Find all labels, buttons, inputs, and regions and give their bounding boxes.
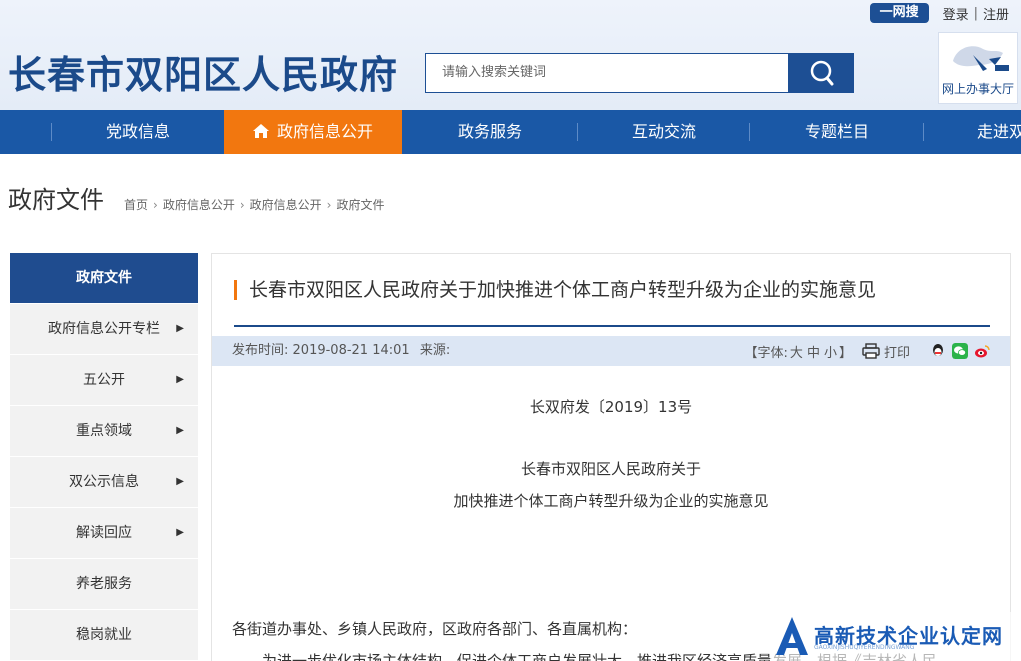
publish-info: 发布时间: 2019-08-21 14:01 来源: [232, 336, 450, 366]
online-hall-label: 网上办事大厅 [941, 82, 1014, 96]
online-hall-logo-icon [953, 46, 1009, 71]
document-heading-line2: 加快推进个体工商户转型升级为企业的实施意见 [453, 492, 769, 510]
arrow-right-icon: ▶ [176, 476, 184, 487]
site-header: 一网搜 登录 | 注册 长春市双阳区人民政府 请输入搜索关键词 网上办事大厅 [0, 0, 1021, 110]
sidebar-item-label: 五公开 [83, 372, 125, 388]
nav-item-interaction[interactable]: 互动交流 [578, 110, 750, 154]
sidebar-item-stable-employment[interactable]: 稳岗就业 [10, 610, 198, 661]
weibo-share-icon[interactable] [974, 343, 990, 359]
nav-item-gov-services[interactable]: 政务服务 [402, 110, 578, 154]
top-bar: 一网搜 登录 | 注册 [869, 2, 1009, 24]
search-button[interactable] [788, 53, 854, 93]
breadcrumb-separator: › [326, 197, 332, 212]
page-title: 政府文件 [8, 186, 104, 214]
arrow-right-icon: ▶ [176, 374, 184, 385]
publish-label: 发布时间: [232, 343, 289, 358]
nav-item-party-info[interactable]: 党政信息 [52, 110, 224, 154]
nav-item-about-shuangyang[interactable]: 走进双阳 [924, 110, 1021, 154]
sidebar-item-key-areas[interactable]: 重点领域 ▶ [10, 406, 198, 457]
article-tools: 【字体: 大 中 小 】 打印 [745, 336, 990, 366]
nav-label: 互动交流 [631, 122, 696, 141]
sidebar-item-five-disclosures[interactable]: 五公开 ▶ [10, 355, 198, 406]
site-title[interactable]: 长春市双阳区人民政府 [8, 44, 398, 99]
search-scope-badge[interactable]: 一网搜 [869, 3, 929, 23]
sidebar-item-gov-documents[interactable]: 政府文件 [10, 253, 198, 304]
sidebar-item-label: 双公示信息 [69, 474, 139, 490]
watermark-subtext: GAOXINJISHUQIYERENDINGWANG [814, 644, 915, 651]
login-link[interactable]: 登录 [943, 4, 969, 23]
nav-label: 走进双阳 [977, 122, 1021, 141]
main-nav: 党政信息 政府信息公开 政务服务 互动交流 专题栏目 走进双阳 [0, 110, 1021, 154]
qq-share-icon[interactable] [930, 343, 946, 359]
print-label: 打印 [883, 345, 910, 361]
nav-label: 政务服务 [457, 122, 522, 141]
breadcrumb-separator: › [239, 197, 245, 212]
sidebar-item-elderly-care[interactable]: 养老服务 [10, 559, 198, 610]
wechat-share-icon[interactable] [952, 343, 968, 359]
font-size-small[interactable]: 小 [824, 342, 837, 361]
document-number: 长双府发〔2019〕13号 [529, 398, 693, 416]
breadcrumb: 首页 › 政府信息公开 › 政府信息公开 › 政府文件 [124, 196, 385, 213]
font-size-large[interactable]: 大 [790, 342, 803, 361]
nav-label: 专题栏目 [804, 122, 869, 141]
print-button[interactable]: 打印 [862, 342, 910, 361]
article-title: 长春市双阳区人民政府关于加快推进个体工商户转型升级为企业的实施意见 [234, 280, 876, 300]
printer-icon [862, 343, 880, 359]
document-heading-line1: 长春市双阳区人民政府关于 [520, 460, 701, 478]
sidebar-item-label: 稳岗就业 [76, 627, 132, 643]
sidebar-item-dual-publicity[interactable]: 双公示信息 ▶ [10, 457, 198, 508]
sidebar-item-label: 养老服务 [76, 576, 132, 592]
sidebar-item-label: 解读回应 [76, 525, 132, 541]
font-size-open: 【字体: [744, 345, 788, 361]
home-icon [252, 124, 269, 138]
register-link[interactable]: 注册 [983, 4, 1009, 23]
search-icon [810, 60, 834, 86]
sidebar-item-interpretation[interactable]: 解读回应 ▶ [10, 508, 198, 559]
arrow-right-icon: ▶ [176, 527, 184, 538]
sidebar: 政府文件 政府信息公开专栏 ▶ 五公开 ▶ 重点领域 ▶ 双公示信息 ▶ 解读回… [10, 253, 198, 661]
nav-label: 政府信息公开 [276, 122, 373, 141]
document-salutation: 各街道办事处、乡镇人民政府，区政府各部门、各直属机构： [232, 620, 638, 638]
nav-spacer [0, 110, 52, 154]
breadcrumb-item[interactable]: 政府信息公开 [250, 196, 322, 213]
sidebar-item-label: 重点领域 [76, 423, 132, 439]
nav-item-special-topics[interactable]: 专题栏目 [750, 110, 924, 154]
search-input[interactable]: 请输入搜索关键词 [425, 53, 789, 93]
watermark-logo-icon [776, 617, 808, 655]
publish-time: 2019-08-21 14:01 [292, 343, 410, 358]
font-size-medium[interactable]: 中 [807, 342, 820, 361]
title-divider [234, 325, 990, 327]
breadcrumb-current[interactable]: 政府文件 [336, 196, 384, 213]
breadcrumb-separator: › [153, 197, 158, 212]
breadcrumb-home[interactable]: 首页 [124, 196, 148, 213]
source-label: 来源: [419, 343, 451, 358]
breadcrumb-item[interactable]: 政府信息公开 [163, 196, 235, 213]
top-separator: | [973, 5, 978, 21]
article-panel: 长春市双阳区人民政府关于加快推进个体工商户转型升级为企业的实施意见 发布时间: … [211, 253, 1011, 661]
nav-label: 党政信息 [105, 122, 170, 141]
nav-item-gov-info-disclosure[interactable]: 政府信息公开 [224, 110, 402, 154]
sidebar-item-label: 政府文件 [76, 270, 132, 286]
article-meta-bar: 发布时间: 2019-08-21 14:01 来源: 【字体: 大 中 小 】 … [212, 336, 1010, 366]
watermark: 高新技术企业认定网 GAOXINJISHUQIYERENDINGWANG [770, 612, 1021, 661]
sidebar-item-disclosure-column[interactable]: 政府信息公开专栏 ▶ [10, 304, 198, 355]
sidebar-item-label: 政府信息公开专栏 [48, 321, 160, 337]
font-size-close: 】 [838, 345, 852, 361]
online-service-hall-link[interactable]: 网上办事大厅 [938, 32, 1018, 104]
arrow-right-icon: ▶ [176, 425, 184, 436]
arrow-right-icon: ▶ [176, 323, 184, 334]
